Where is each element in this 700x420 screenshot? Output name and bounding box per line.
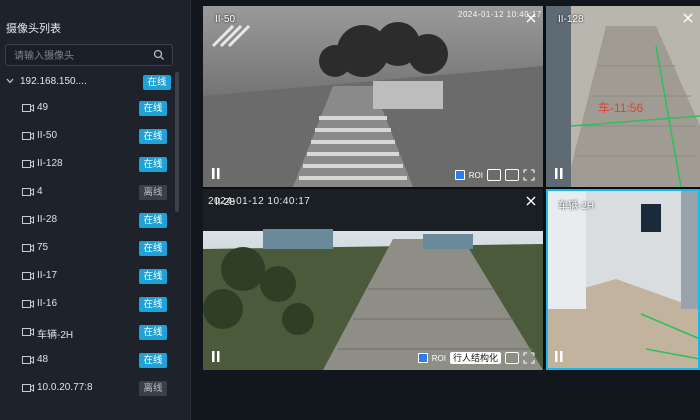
camera-list-item[interactable]: II-17 在线 bbox=[0, 263, 176, 291]
tile-controls: ROI 行人结构化 bbox=[417, 352, 535, 364]
camera-name: II-28 bbox=[37, 214, 58, 225]
camera-name: II-17 bbox=[37, 270, 58, 281]
camera-sidebar: 摄像头列表 192.168.150.... 在线 49在线II-50在线II-1… bbox=[0, 0, 191, 420]
camera-snapshot-icon[interactable] bbox=[505, 169, 519, 181]
root-status-badge: 在线 bbox=[143, 75, 171, 90]
video-camera-icon bbox=[22, 356, 34, 364]
tile-name: II-50 bbox=[215, 14, 236, 25]
status-badge: 离线 bbox=[139, 381, 167, 396]
camera-list-item[interactable]: 49 在线 bbox=[0, 95, 176, 123]
roi-label: ROI bbox=[468, 170, 483, 180]
camera-name: II-50 bbox=[37, 130, 58, 141]
status-badge: 在线 bbox=[139, 241, 167, 256]
camera-list-item[interactable]: II-128 在线 bbox=[0, 151, 176, 179]
video-frame bbox=[203, 189, 543, 370]
video-camera-icon bbox=[22, 328, 34, 336]
roi-checkbox[interactable] bbox=[417, 353, 428, 363]
tile-name: II-128 bbox=[558, 14, 584, 25]
status-badge: 在线 bbox=[139, 157, 167, 172]
close-icon[interactable] bbox=[525, 195, 537, 207]
camera-search[interactable] bbox=[5, 44, 173, 67]
camera-name: II-16 bbox=[37, 298, 58, 309]
status-badge: 离线 bbox=[139, 185, 167, 200]
video-tile-ii-128[interactable]: 车-11:56 II-128 bbox=[546, 6, 700, 187]
camera-list-item[interactable]: II-16 在线 bbox=[0, 291, 176, 319]
tile-timestamp: 2024-01-12 10:40:17 bbox=[208, 196, 311, 207]
status-badge: 在线 bbox=[139, 353, 167, 368]
video-tile-ii-50[interactable]: II-50 2024-01-12 10:40:17 ROI bbox=[203, 6, 543, 187]
camera-snapshot-icon[interactable] bbox=[505, 352, 519, 364]
status-badge: 在线 bbox=[139, 129, 167, 144]
algorithm-select[interactable]: 行人结构化 bbox=[449, 352, 501, 364]
status-badge: 在线 bbox=[139, 297, 167, 312]
video-tile-ii-28[interactable]: II-28 2024-01-12 10:40:17 ROI 行人结构化 bbox=[203, 189, 543, 370]
status-badge: 在线 bbox=[139, 325, 167, 340]
camera-list-item[interactable]: II-50 在线 bbox=[0, 123, 176, 151]
dropdown-toggle-icon[interactable] bbox=[487, 169, 501, 181]
pause-icon[interactable] bbox=[554, 351, 564, 362]
video-camera-icon bbox=[22, 244, 34, 252]
video-camera-icon bbox=[22, 300, 34, 308]
status-badge: 在线 bbox=[139, 101, 167, 116]
roi-label: ROI bbox=[431, 353, 446, 363]
search-input[interactable] bbox=[12, 45, 156, 67]
camera-name: 75 bbox=[37, 242, 49, 253]
video-camera-icon bbox=[22, 272, 34, 280]
status-badge: 在线 bbox=[139, 213, 167, 228]
video-frame bbox=[203, 6, 543, 187]
video-camera-icon bbox=[22, 132, 34, 140]
root-label: 192.168.150.... bbox=[20, 76, 87, 87]
video-camera-icon bbox=[22, 216, 34, 224]
video-tile-vehicle-2h[interactable]: 车辆-2H bbox=[546, 189, 700, 370]
chevron-down-icon[interactable] bbox=[6, 77, 14, 85]
video-frame: 车-11:56 bbox=[546, 6, 700, 187]
camera-name: 车辆-2H bbox=[37, 330, 74, 341]
camera-list-item[interactable]: 4 离线 bbox=[0, 179, 176, 207]
pause-icon[interactable] bbox=[211, 168, 221, 179]
pause-icon[interactable] bbox=[554, 168, 564, 179]
bottom-panel bbox=[203, 370, 700, 420]
video-camera-icon bbox=[22, 384, 34, 392]
fullscreen-icon[interactable] bbox=[523, 169, 535, 181]
roi-checkbox[interactable] bbox=[454, 170, 465, 180]
video-camera-icon bbox=[22, 160, 34, 168]
camera-list-item[interactable]: 48 在线 bbox=[0, 347, 176, 375]
camera-name: 10.0.20.77:8 bbox=[37, 382, 93, 393]
status-badge: 在线 bbox=[139, 269, 167, 284]
camera-name: 49 bbox=[37, 102, 49, 113]
video-grid: II-50 2024-01-12 10:40:17 ROI 车-11:56 II… bbox=[203, 6, 700, 370]
video-frame bbox=[546, 189, 700, 370]
camera-name: II-128 bbox=[37, 158, 63, 169]
tile-controls: ROI bbox=[454, 169, 535, 181]
camera-name: 48 bbox=[37, 354, 49, 365]
camera-list-item[interactable]: 10.0.20.77:8 离线 bbox=[0, 375, 176, 403]
video-camera-icon bbox=[22, 104, 34, 112]
sidebar-scrollbar[interactable] bbox=[175, 72, 179, 212]
close-icon[interactable] bbox=[682, 12, 694, 24]
overlay-text: 车-11:56 bbox=[598, 100, 643, 115]
camera-list-item[interactable]: 75 在线 bbox=[0, 235, 176, 263]
camera-name: 4 bbox=[37, 186, 43, 197]
tile-name: 车辆-2H bbox=[558, 201, 595, 212]
video-camera-icon bbox=[22, 188, 34, 196]
close-icon[interactable] bbox=[525, 12, 537, 24]
pause-icon[interactable] bbox=[211, 351, 221, 362]
sidebar-title: 摄像头列表 bbox=[6, 23, 61, 35]
tree-root-node[interactable]: 192.168.150.... 在线 bbox=[4, 72, 176, 92]
fullscreen-icon[interactable] bbox=[523, 352, 535, 364]
search-icon[interactable] bbox=[153, 49, 165, 61]
camera-list-item[interactable]: 车辆-2H 在线 bbox=[0, 319, 176, 347]
camera-list-item[interactable]: II-28 在线 bbox=[0, 207, 176, 235]
